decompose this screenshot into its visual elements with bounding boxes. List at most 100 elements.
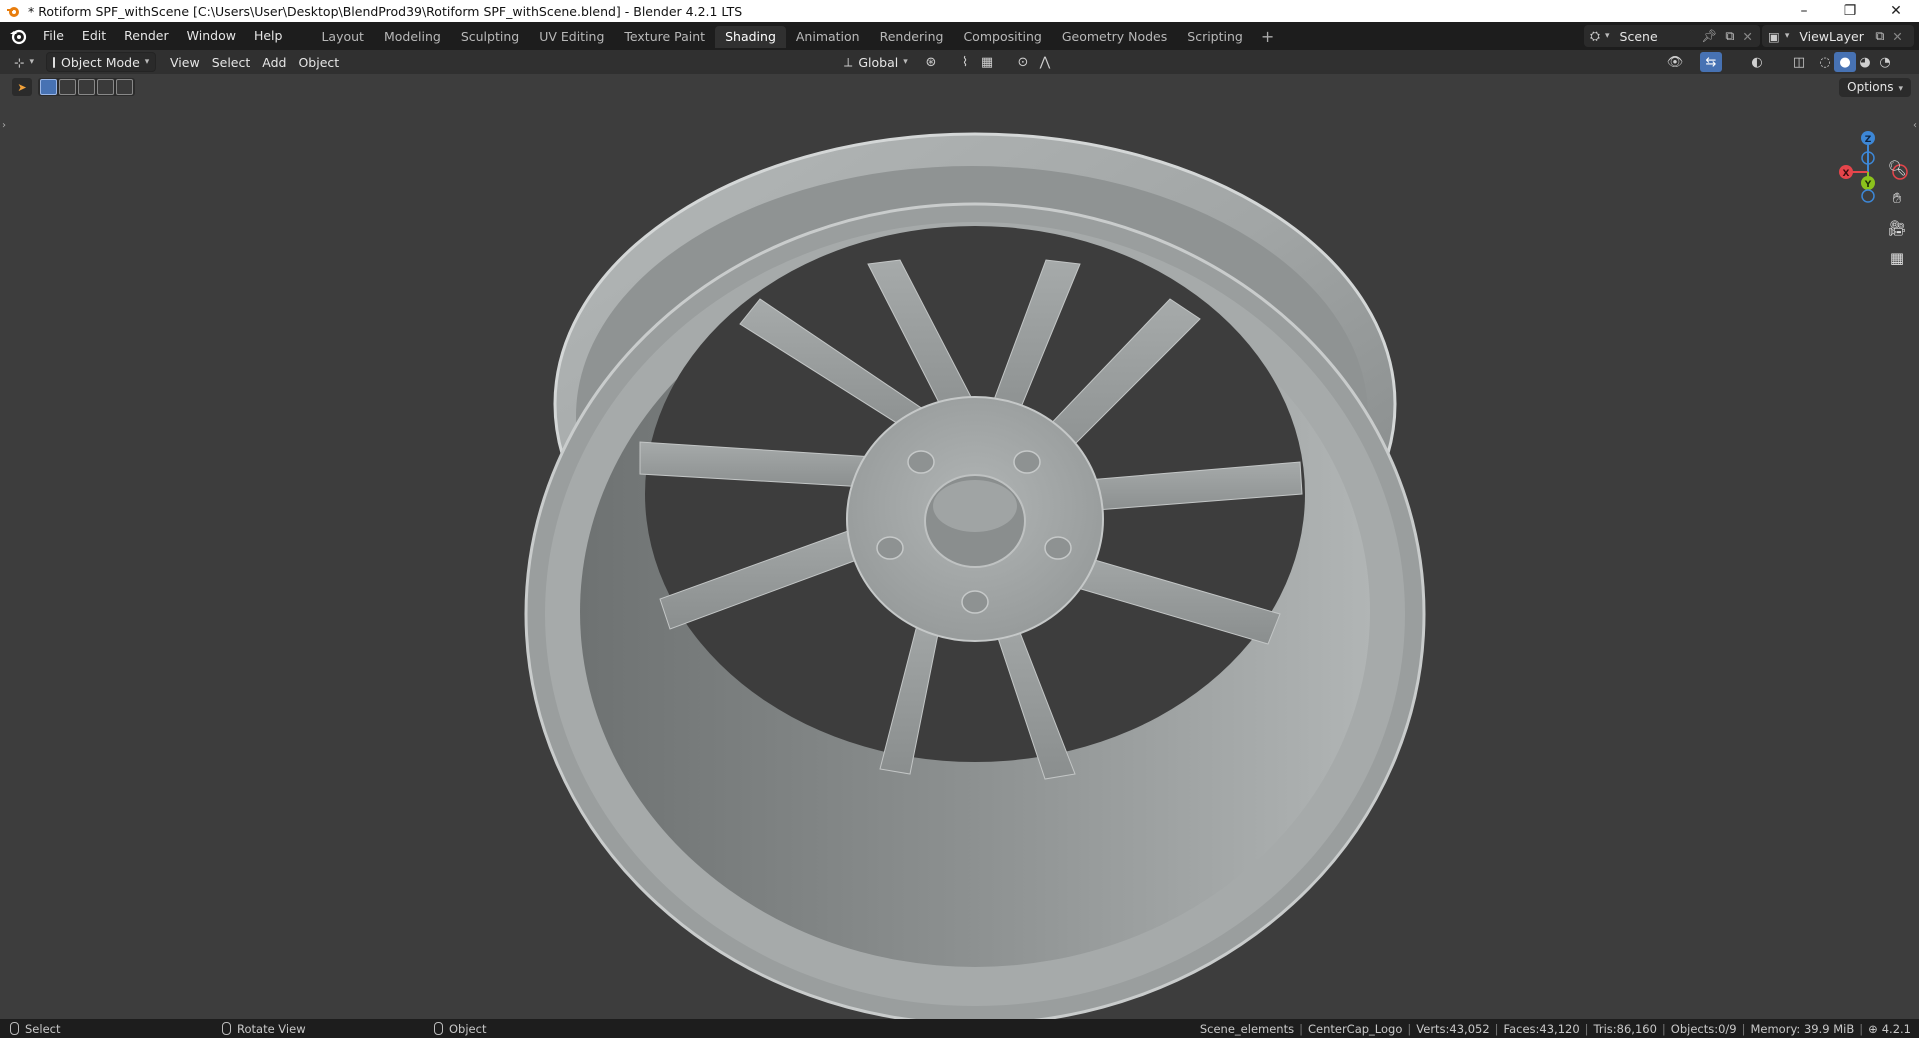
menu-help[interactable]: Help (245, 25, 292, 47)
stat-memory: Memory: 39.9 MiB (1750, 1021, 1855, 1036)
hint-object-label: Object (449, 1021, 487, 1036)
options-label: Options (1847, 80, 1894, 94)
window-title-bar: * Rotiform SPF_withScene [C:\Users\User\… (0, 0, 1919, 22)
tab-animation[interactable]: Animation (786, 26, 870, 48)
solid-shading-icon[interactable]: ● (1834, 52, 1856, 72)
view-layer-icon: ▣ (1768, 28, 1780, 44)
stat-collection: Scene_elements (1199, 1021, 1295, 1036)
material-shading-icon[interactable]: ◕ (1854, 52, 1876, 72)
select-new-icon[interactable] (40, 79, 57, 95)
chevron-down-icon: ▾ (29, 57, 35, 67)
menu-file[interactable]: File (34, 25, 73, 47)
new-view-layer-icon[interactable]: ⧉ (1875, 28, 1884, 44)
workspace-tabs: Layout Modeling Sculpting UV Editing Tex… (311, 24, 1282, 48)
chevron-down-icon: ▾ (1784, 31, 1790, 41)
perspective-toggle-icon[interactable]: ▦ (1883, 244, 1911, 272)
pivot-point-icon[interactable]: ⊛ (920, 52, 942, 72)
chevron-down-icon: ▾ (903, 57, 908, 67)
stat-version: 4.2.1 (1881, 1021, 1911, 1036)
gizmo-z-label: Z (1865, 135, 1872, 145)
tab-texture-paint[interactable]: Texture Paint (614, 26, 715, 48)
window-title: * Rotiform SPF_withScene [C:\Users\User\… (28, 3, 743, 19)
chevron-down-icon: ▾ (1898, 84, 1903, 94)
menu-select[interactable]: Select (206, 52, 257, 72)
menu-window[interactable]: Window (178, 25, 245, 47)
falloff-icon[interactable]: ⋀ (1034, 52, 1056, 72)
scene-icon: ⛭ (1590, 28, 1601, 43)
select-subtract-icon[interactable] (78, 79, 95, 95)
stat-verts: Verts:43,052 (1416, 1021, 1490, 1036)
menu-add[interactable]: Add (256, 52, 292, 72)
xray-icon[interactable]: ◫ (1788, 52, 1810, 72)
pin-icon[interactable]: 📌︎ (1702, 28, 1718, 44)
visibility-icon[interactable]: 👁︎ (1664, 52, 1686, 72)
camera-view-icon[interactable]: 🎥︎ (1883, 214, 1911, 242)
snap-target-icon[interactable]: ▦ (976, 52, 998, 72)
tab-uv-editing[interactable]: UV Editing (529, 26, 614, 48)
new-scene-icon[interactable]: ⧉ (1725, 28, 1734, 44)
scene-name[interactable]: Scene (1620, 29, 1698, 44)
select-tool-icon[interactable]: ➤ (12, 78, 32, 96)
right-mouse-icon (434, 1022, 443, 1035)
zoom-icon[interactable]: 🔍︎ (1883, 154, 1911, 182)
toolbar-expand-icon[interactable]: › (2, 120, 6, 131)
restore-button[interactable]: ❐ (1827, 0, 1873, 22)
stat-tris: Tris:86,160 (1593, 1021, 1657, 1036)
minimize-button[interactable]: – (1781, 0, 1827, 22)
delete-scene-icon[interactable]: ✕ (1742, 29, 1752, 44)
tab-geometry-nodes[interactable]: Geometry Nodes (1052, 26, 1177, 48)
pan-hand-icon[interactable]: ✋︎ (1883, 184, 1911, 212)
snap-icon[interactable]: ⌇ (954, 52, 976, 72)
delete-view-layer-icon[interactable]: ✕ (1892, 29, 1902, 44)
3d-viewport[interactable]: ➤ Options ▾ › ‹ Z X Y 🔍︎ ✋︎ 🎥︎ ▦ (0, 74, 1919, 1019)
tab-modeling[interactable]: Modeling (374, 26, 451, 48)
select-invert-icon[interactable] (97, 79, 114, 95)
center-bore-top (933, 480, 1017, 532)
mode-dropdown[interactable]: Object Mode ▾ (46, 52, 157, 72)
hint-object: Object (434, 1022, 486, 1036)
tab-compositing[interactable]: Compositing (953, 26, 1051, 48)
tab-sculpting[interactable]: Sculpting (451, 26, 529, 48)
proportional-edit-icon[interactable]: ⊙ (1012, 52, 1034, 72)
overlays-icon[interactable]: ◐ (1746, 52, 1768, 72)
viewport-header: ⊹ ▾ Object Mode ▾ View Select Add Object … (0, 50, 1919, 74)
hint-rotate-label: Rotate View (237, 1021, 306, 1036)
transform-orientation-dropdown[interactable]: ⟂ Global ▾ (838, 52, 914, 72)
rendered-shading-icon[interactable]: ◔ (1874, 52, 1896, 72)
wireframe-shading-icon[interactable]: ◌ (1814, 52, 1836, 72)
editor-type-button[interactable]: ⊹ ▾ (8, 52, 40, 72)
view-layer-selector[interactable]: ▣ ▾ ViewLayer ⧉ ✕ (1762, 25, 1914, 47)
tab-shading[interactable]: Shading (715, 26, 786, 48)
tab-layout[interactable]: Layout (311, 26, 374, 48)
status-bar: Select Rotate View Object Scene_elements… (0, 1019, 1919, 1038)
stat-active-object: CenterCap_Logo (1307, 1021, 1403, 1036)
blender-logo-icon[interactable] (8, 26, 28, 46)
select-intersect-icon[interactable] (116, 79, 133, 95)
view-layer-name[interactable]: ViewLayer (1799, 29, 1871, 44)
select-extend-icon[interactable] (59, 79, 76, 95)
tab-scripting[interactable]: Scripting (1177, 26, 1253, 48)
chevron-down-icon: ▾ (144, 57, 150, 67)
scene-statistics: Scene_elements | CenterCap_Logo | Verts:43… (1199, 1021, 1911, 1036)
chevron-down-icon: ▾ (1605, 31, 1610, 41)
left-mouse-icon (10, 1022, 19, 1035)
menu-object[interactable]: Object (292, 52, 345, 72)
gizmo-x-label: X (1843, 169, 1850, 179)
stat-objects: Objects:0/9 (1670, 1021, 1737, 1036)
close-button[interactable]: ✕ (1873, 0, 1919, 22)
stat-faces: Faces:43,120 (1503, 1021, 1580, 1036)
orientation-label: Global (858, 54, 899, 70)
network-icon: ⊕ (1868, 1021, 1878, 1036)
add-workspace-button[interactable]: + (1253, 26, 1282, 48)
tab-rendering[interactable]: Rendering (870, 26, 954, 48)
wheel-model[interactable] (0, 74, 1919, 1019)
options-dropdown[interactable]: Options ▾ (1839, 78, 1911, 97)
gizmo-toggle-icon[interactable]: ⇆ (1700, 52, 1722, 72)
editor-type-icon: ⊹ (14, 54, 25, 70)
menu-render[interactable]: Render (115, 25, 178, 47)
scene-selector[interactable]: ⛭ ▾ Scene 📌︎ ⧉ ✕ (1584, 25, 1760, 47)
menu-view[interactable]: View (164, 52, 206, 72)
viewport-tool-row: ➤ (12, 78, 135, 96)
menu-edit[interactable]: Edit (73, 25, 115, 47)
top-bar: File Edit Render Window Help Layout Mode… (0, 22, 1919, 50)
